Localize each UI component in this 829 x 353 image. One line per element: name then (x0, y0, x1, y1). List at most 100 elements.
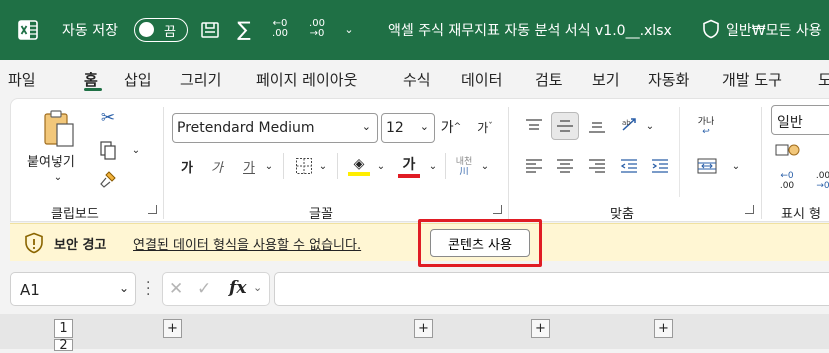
paste-dropdown-icon[interactable]: ⌄ (51, 171, 65, 183)
enter-icon[interactable]: ✓ (197, 279, 211, 299)
decrease-decimal-icon[interactable]: ←0.00 (268, 17, 292, 41)
borders-icon[interactable] (293, 155, 315, 177)
chevron-down-icon[interactable]: ⌄ (253, 281, 262, 294)
expand-group-button[interactable]: + (163, 319, 182, 338)
divider (337, 153, 338, 179)
name-box[interactable]: A1 ⌄ (10, 272, 136, 306)
wrap-text-icon[interactable]: 가나 ↩ (693, 113, 719, 141)
sensitivity-label[interactable]: 일반₩모든 사용 (726, 20, 822, 40)
chevron-down-icon: ⌄ (419, 120, 429, 133)
tab-home[interactable]: 홈 (84, 69, 98, 90)
file-title: 액셀 주식 재무지표 자동 분석 서식 v1.0__.xlsx (388, 23, 672, 39)
more-options-icon[interactable]: · · · (146, 276, 150, 302)
outline-level-1-button[interactable]: 1 (54, 319, 73, 338)
phonetic-dropdown-icon[interactable]: ⌄ (479, 159, 491, 173)
phonetic-guide-icon[interactable]: 내천 川 (453, 155, 475, 179)
font-size-select[interactable]: 12 ⌄ (381, 113, 435, 143)
expand-group-button[interactable]: + (531, 319, 550, 338)
cut-icon[interactable]: ✂ (97, 107, 119, 129)
format-painter-icon[interactable] (97, 169, 119, 191)
increase-decimal-icon[interactable]: ←0.00 (775, 169, 799, 193)
number-group-label: 표시 형 (781, 207, 822, 222)
divider (283, 153, 284, 179)
autosave-toggle[interactable]: 끔 (134, 18, 188, 42)
paste-label[interactable]: 붙여넣기 (27, 151, 75, 170)
align-left-icon[interactable] (523, 155, 545, 177)
expand-group-button[interactable]: + (414, 319, 433, 338)
font-dialog-launcher-icon[interactable] (493, 205, 502, 214)
font-name-select[interactable]: Pretendard Medium ⌄ (172, 113, 378, 143)
copy-icon[interactable] (97, 139, 119, 161)
tab-developer[interactable]: 개발 도구 (722, 69, 782, 90)
cancel-icon[interactable]: ✕ (169, 279, 183, 299)
save-icon[interactable] (199, 19, 221, 41)
clipboard-group-label: 클립보드 (51, 207, 99, 222)
formula-input[interactable] (274, 272, 829, 306)
decrease-indent-icon[interactable] (618, 155, 640, 177)
autosave-state: 끔 (164, 25, 176, 40)
tab-formulas[interactable]: 수식 (403, 69, 431, 90)
font-color-dropdown-icon[interactable]: ⌄ (427, 159, 439, 173)
copy-dropdown-icon[interactable]: ⌄ (129, 143, 143, 157)
underline-dropdown-icon[interactable]: ⌄ (263, 159, 275, 173)
align-right-icon[interactable] (586, 155, 608, 177)
paste-icon[interactable] (39, 107, 79, 151)
increase-decimal-icon[interactable]: .00 →0 (305, 17, 329, 41)
font-name-value: Pretendard Medium (177, 120, 315, 136)
tab-file[interactable]: 파일 (8, 69, 36, 90)
borders-dropdown-icon[interactable]: ⌄ (317, 159, 329, 173)
tab-more[interactable]: 도 (818, 69, 829, 90)
tab-automate[interactable]: 자동화 (648, 69, 689, 90)
tab-insert[interactable]: 삽입 (124, 69, 152, 90)
ribbon-tabs: 파일 홈 삽입 그리기 페이지 레이아웃 수식 데이터 검토 보기 자동화 개발… (0, 60, 829, 98)
number-format-select[interactable]: 일반 (771, 105, 829, 135)
highlight-box (418, 219, 542, 267)
expand-group-button[interactable]: + (654, 319, 673, 338)
align-top-icon[interactable] (523, 115, 545, 137)
align-center-icon[interactable] (554, 155, 576, 177)
decrease-decimal-icon[interactable]: .00 →0 (811, 169, 829, 193)
chevron-down-icon: ⌄ (361, 120, 371, 133)
decrease-font-size-icon[interactable]: 가ˇ (473, 117, 497, 137)
title-bar: 자동 저장 끔 ∑ ←0.00 .00 →0 ⌄ 액셀 주식 재무지표 자동 분석… (0, 0, 829, 60)
font-color-icon[interactable]: 가 (397, 153, 421, 179)
align-middle-icon[interactable] (551, 112, 579, 140)
toggle-knob (139, 22, 154, 37)
align-bottom-icon[interactable] (586, 115, 608, 137)
fill-color-dropdown-icon[interactable]: ⌄ (375, 159, 387, 173)
tab-review[interactable]: 검토 (535, 69, 563, 90)
italic-button[interactable]: 가 (207, 155, 227, 177)
autosave-label: 자동 저장 (62, 23, 118, 39)
excel-logo-icon (16, 18, 40, 42)
insert-function-icon[interactable]: fx (229, 278, 246, 298)
bold-button[interactable]: 가 (177, 155, 197, 177)
phonetic-glyph: 내천 (455, 157, 473, 167)
merge-dropdown-icon[interactable]: ⌄ (730, 159, 742, 173)
underline-button[interactable]: 가 (239, 155, 259, 177)
accounting-format-icon[interactable] (773, 139, 803, 161)
shield-icon[interactable] (702, 19, 720, 43)
divider (445, 153, 446, 179)
increase-font-size-icon[interactable]: 가 ^ (439, 117, 463, 137)
active-tab-indicator (84, 88, 102, 91)
merge-center-icon[interactable] (695, 155, 719, 177)
alignment-dialog-launcher-icon[interactable] (745, 205, 754, 214)
warning-message-link[interactable]: 연결된 데이터 형식을 사용할 수 없습니다. (133, 234, 361, 253)
fill-color-icon[interactable]: ◈ (347, 153, 371, 179)
tab-page-layout[interactable]: 페이지 레이아웃 (256, 69, 357, 90)
clipboard-dialog-launcher-icon[interactable] (148, 205, 157, 214)
group-separator (508, 107, 509, 219)
outline-level-2-button[interactable]: 2 (54, 338, 73, 353)
tab-view[interactable]: 보기 (592, 69, 620, 90)
orientation-dropdown-icon[interactable]: ⌄ (644, 119, 656, 133)
orientation-icon[interactable]: ab (618, 113, 642, 137)
autosum-icon[interactable]: ∑ (234, 17, 254, 41)
tab-data[interactable]: 데이터 (461, 69, 502, 90)
group-separator (163, 107, 164, 219)
increase-indent-icon[interactable] (649, 155, 671, 177)
chevron-down-icon[interactable]: ⌄ (119, 281, 129, 295)
formula-controls: ✕ ✓ fx ⌄ (162, 272, 270, 306)
quick-access-dropdown-icon[interactable]: ⌄ (342, 22, 356, 36)
font-group-label: 글꼴 (309, 207, 333, 222)
tab-draw[interactable]: 그리기 (180, 69, 221, 90)
